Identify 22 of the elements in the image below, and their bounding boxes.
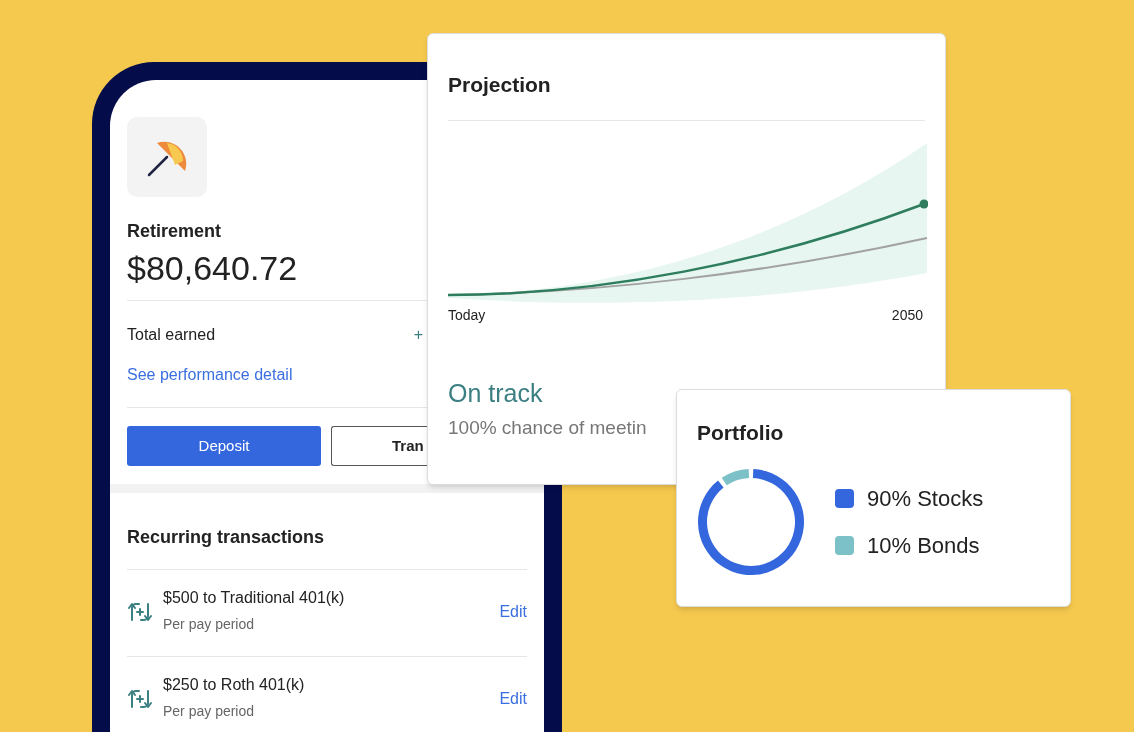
transaction-title: $500 to Traditional 401(k) <box>163 588 346 608</box>
performance-link[interactable]: See performance detail <box>127 363 293 387</box>
deposit-button[interactable]: Deposit <box>127 426 321 466</box>
account-title: Retirement <box>127 220 223 242</box>
status-heading: On track <box>448 378 544 408</box>
transaction-frequency: Per pay period <box>163 702 256 721</box>
edit-link[interactable]: Edit <box>499 686 527 711</box>
axis-end-label: 2050 <box>891 306 923 325</box>
total-earned-label: Total earned <box>127 325 216 345</box>
transfer-button[interactable]: Tran <box>331 426 427 466</box>
legend-label: 10% Bonds <box>867 532 980 560</box>
transaction-frequency: Per pay period <box>163 615 256 634</box>
transaction-title: $250 to Roth 401(k) <box>163 675 306 695</box>
projection-title: Projection <box>448 72 552 98</box>
status-detail: 100% chance of meetin <box>448 416 647 440</box>
legend-label: 90% Stocks <box>867 485 984 513</box>
portfolio-title: Portfolio <box>697 420 785 446</box>
recurring-title: Recurring transactions <box>127 526 326 548</box>
total-earned-value: + <box>413 325 423 345</box>
axis-start-label: Today <box>448 306 486 325</box>
edit-link[interactable]: Edit <box>499 599 527 624</box>
account-balance: $80,640.72 <box>127 248 299 288</box>
